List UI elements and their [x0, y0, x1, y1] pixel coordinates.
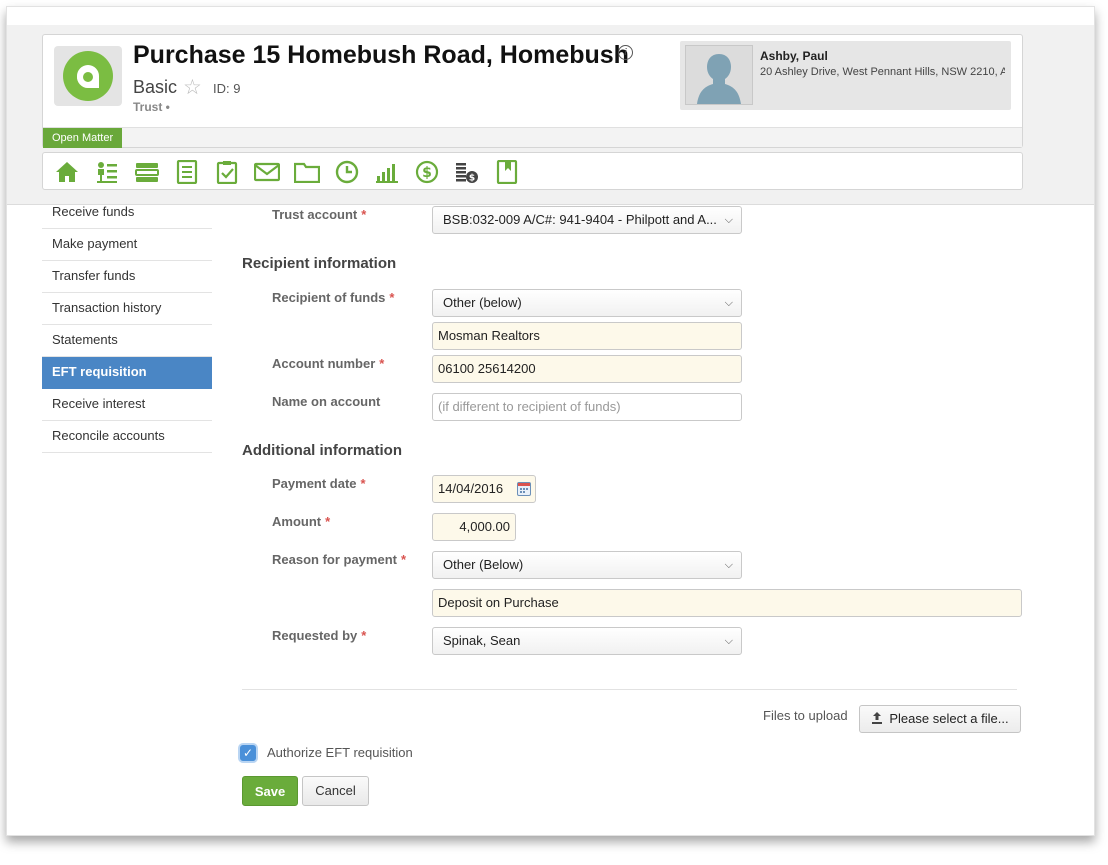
calendar-icon[interactable] — [517, 482, 531, 496]
document-icon[interactable] — [172, 158, 202, 186]
amount-input[interactable]: 4,000.00 — [432, 513, 516, 541]
avatar — [685, 45, 753, 105]
upload-icon — [871, 707, 883, 733]
status-strip: Open Matter — [43, 127, 1022, 148]
matter-category: Trust • — [133, 100, 170, 114]
client-name: Ashby, Paul — [760, 49, 828, 63]
requested-by-label: Requested by * — [272, 628, 367, 643]
chevron-down-icon: ⌵ — [724, 559, 733, 571]
recipient-name-input[interactable]: Mosman Realtors — [432, 322, 742, 350]
sidebar-item-receive-funds[interactable]: Receive funds — [42, 197, 212, 229]
reason-select[interactable]: Other (Below) ⌵ — [432, 551, 742, 579]
sidebar-item-reconcile-accounts[interactable]: Reconcile accounts — [42, 421, 212, 453]
matter-header: Purchase 15 Homebush Road, Homebush i Ba… — [42, 34, 1023, 148]
folder-icon[interactable] — [292, 158, 322, 186]
contacts-icon[interactable] — [92, 158, 122, 186]
svg-text:$: $ — [422, 165, 432, 181]
sidebar-item-receive-interest[interactable]: Receive interest — [42, 389, 212, 421]
client-address: 20 Ashley Drive, West Pennant Hills, NSW… — [760, 66, 1005, 78]
form-divider — [242, 689, 1017, 690]
mail-icon[interactable] — [252, 158, 282, 186]
save-button[interactable]: Save — [242, 776, 298, 806]
layers-icon[interactable] — [132, 158, 162, 186]
sidebar-item-transaction-history[interactable]: Transaction history — [42, 293, 212, 325]
authorize-label[interactable]: Authorize EFT requisition — [267, 745, 413, 760]
trust-account-label: Trust account * — [272, 207, 367, 222]
account-number-label: Account number * — [272, 356, 385, 371]
status-badge: Open Matter — [43, 128, 123, 148]
star-icon[interactable]: ☆ — [183, 75, 202, 100]
info-icon[interactable]: i — [618, 45, 633, 60]
amount-label: Amount * — [272, 514, 331, 529]
home-icon[interactable] — [52, 158, 82, 186]
matter-type: Basic — [133, 77, 178, 97]
clock-icon[interactable] — [332, 158, 362, 186]
requested-by-select[interactable]: Spinak, Sean ⌵ — [432, 627, 742, 655]
authorize-checkbox[interactable]: ✓ — [240, 745, 256, 761]
app-window: Purchase 15 Homebush Road, Homebush i Ba… — [6, 6, 1095, 836]
name-on-account-input[interactable]: (if different to recipient of funds) — [432, 393, 742, 421]
name-on-account-label: Name on account — [272, 394, 381, 409]
bookmark-icon[interactable] — [492, 158, 522, 186]
bar-chart-icon[interactable] — [372, 158, 402, 186]
matter-title: Purchase 15 Homebush Road, Homebush — [133, 41, 629, 69]
sidebar-item-eft-requisition[interactable]: EFT requisition — [42, 357, 212, 389]
chevron-down-icon: ⌵ — [724, 297, 733, 309]
checklist-icon[interactable] — [212, 158, 242, 186]
coins-icon[interactable]: $ — [452, 158, 482, 186]
cancel-button[interactable]: Cancel — [302, 776, 369, 806]
recipient-section-title: Recipient information — [242, 255, 397, 272]
sidebar-item-make-payment[interactable]: Make payment — [42, 229, 212, 261]
trust-account-select[interactable]: BSB:032-009 A/C#: 941-9404 - Philpott an… — [432, 206, 742, 234]
recipient-select[interactable]: Other (below) ⌵ — [432, 289, 742, 317]
client-card[interactable]: Ashby, Paul 20 Ashley Drive, West Pennan… — [680, 41, 1011, 110]
payment-date-input[interactable]: 14/04/2016 — [432, 475, 536, 503]
account-number-input[interactable]: 06100 25614200 — [432, 355, 742, 383]
svg-text:$: $ — [469, 174, 475, 184]
payment-date-label: Payment date * — [272, 476, 366, 491]
additional-section-title: Additional information — [242, 442, 402, 459]
trust-sidebar: Receive funds Make payment Transfer fund… — [42, 197, 212, 453]
chevron-down-icon: ⌵ — [724, 214, 733, 226]
recipient-label: Recipient of funds * — [272, 290, 395, 305]
matter-id: ID: 9 — [213, 81, 241, 96]
files-to-upload-label: Files to upload — [763, 708, 848, 723]
dollar-icon[interactable]: $ — [412, 158, 442, 186]
sidebar-item-statements[interactable]: Statements — [42, 325, 212, 357]
matter-toolbar: $ $ — [42, 152, 1023, 190]
reason-text-input[interactable]: Deposit on Purchase — [432, 589, 1022, 617]
sidebar-item-transfer-funds[interactable]: Transfer funds — [42, 261, 212, 293]
reason-label: Reason for payment * — [272, 552, 407, 567]
upload-file-button[interactable]: Please select a file... — [859, 705, 1021, 733]
app-logo-icon — [54, 46, 122, 106]
chevron-down-icon: ⌵ — [724, 635, 733, 647]
